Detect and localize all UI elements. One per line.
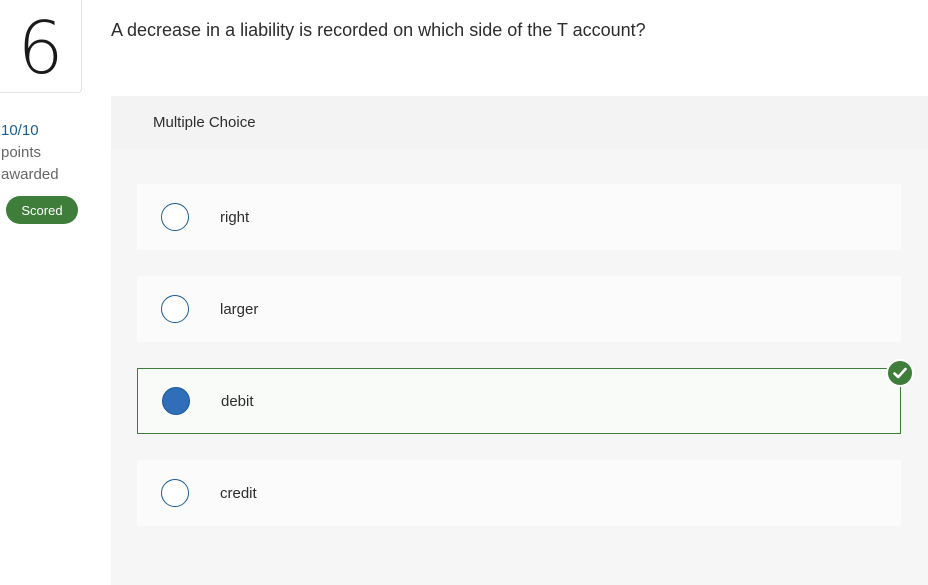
- option-larger[interactable]: larger: [137, 276, 901, 342]
- radio-button[interactable]: [161, 479, 189, 507]
- answer-panel: Multiple Choice right larger debit credi…: [111, 96, 928, 585]
- question-number-text: 6: [17, 6, 64, 90]
- question-type-label: Multiple Choice: [153, 114, 256, 131]
- radio-button-selected[interactable]: [162, 387, 190, 415]
- option-debit[interactable]: debit: [137, 359, 914, 434]
- option-credit[interactable]: credit: [137, 460, 901, 526]
- points-label: points: [1, 144, 42, 161]
- question-text: A decrease in a liability is recorded on…: [111, 20, 646, 40]
- question-number: 6: [0, 0, 82, 93]
- check-icon: [886, 359, 914, 387]
- points-score: 10/10: [1, 122, 39, 139]
- question-type-header: Multiple Choice: [111, 96, 928, 149]
- points-summary: 10/10 points awarded: [1, 120, 59, 186]
- option-label: debit: [221, 392, 254, 410]
- status-badge: Scored: [6, 196, 78, 224]
- options-list: right larger debit credit: [111, 149, 928, 585]
- awarded-label: awarded: [1, 166, 59, 183]
- radio-button[interactable]: [161, 203, 189, 231]
- option-label: right: [220, 208, 250, 226]
- radio-button[interactable]: [161, 295, 189, 323]
- option-label: credit: [220, 484, 257, 502]
- option-right[interactable]: right: [137, 184, 901, 250]
- option-label: larger: [220, 300, 259, 318]
